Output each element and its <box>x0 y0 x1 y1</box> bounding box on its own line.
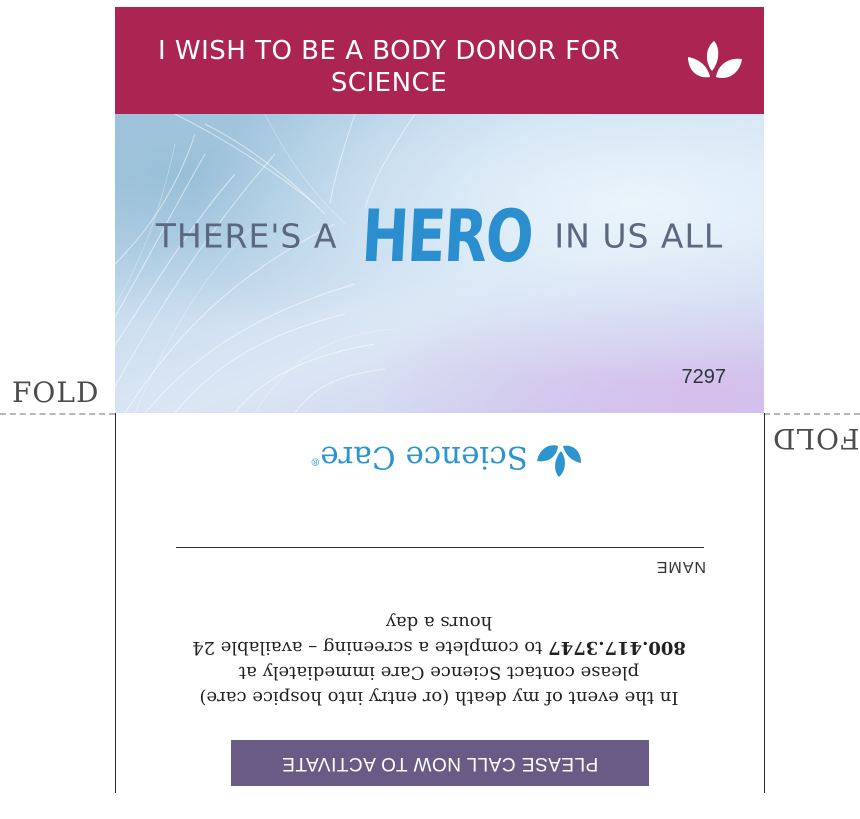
card-code: 7297 <box>681 366 727 388</box>
fold-label-right: FOLD <box>772 422 860 455</box>
banner-title: I WISH TO BE A BODY DONOR FOR SCIENCE <box>157 36 621 98</box>
instructions-line-4: hours a day <box>385 612 493 633</box>
registered-mark: ® <box>310 455 321 467</box>
hero-slogan: THERE'S A HERO IN US ALL <box>115 194 764 278</box>
hero-word: HERO <box>359 194 535 278</box>
phone-number[interactable]: 800.417.3747 <box>548 637 686 658</box>
hero-pre-text: THERE'S A <box>155 216 338 256</box>
donor-card-front: I WISH TO BE A BODY DONOR FOR SCIENCE TH… <box>115 7 764 413</box>
leaf-icon <box>537 445 581 477</box>
science-care-wordmark: Science Care <box>320 439 528 475</box>
instructions-line-2: please contact Science Care immediately … <box>238 662 640 683</box>
activation-instructions: In the event of my death (or entry into … <box>184 610 694 710</box>
fold-line-right <box>764 413 860 415</box>
instructions-line-3-rest: to complete a screening – available 24 <box>192 637 549 658</box>
donor-card-back: Science Care® NAME In the event of my de… <box>116 413 764 793</box>
fold-line-left <box>0 413 115 415</box>
fold-label-left: FOLD <box>12 376 100 409</box>
name-signature-line <box>176 547 704 548</box>
name-label: NAME <box>655 558 706 575</box>
instructions-line-3: 800.417.3747 to complete a screening – a… <box>184 635 694 660</box>
card-banner: I WISH TO BE A BODY DONOR FOR SCIENCE <box>115 7 764 114</box>
card-back-rotated: Science Care® NAME In the event of my de… <box>116 413 764 793</box>
hero-post-text: IN US ALL <box>554 216 724 256</box>
science-care-logo: Science Care® <box>284 431 584 481</box>
activate-banner: PLEASE CALL NOW TO ACTIVATE <box>231 740 649 786</box>
dandelion-photo: THERE'S A HERO IN US ALL 7297 <box>115 114 764 413</box>
panel-border-right <box>764 413 765 793</box>
leaf-icon <box>688 41 742 79</box>
instructions-line-1: In the event of my death (or entry into … <box>199 687 679 708</box>
